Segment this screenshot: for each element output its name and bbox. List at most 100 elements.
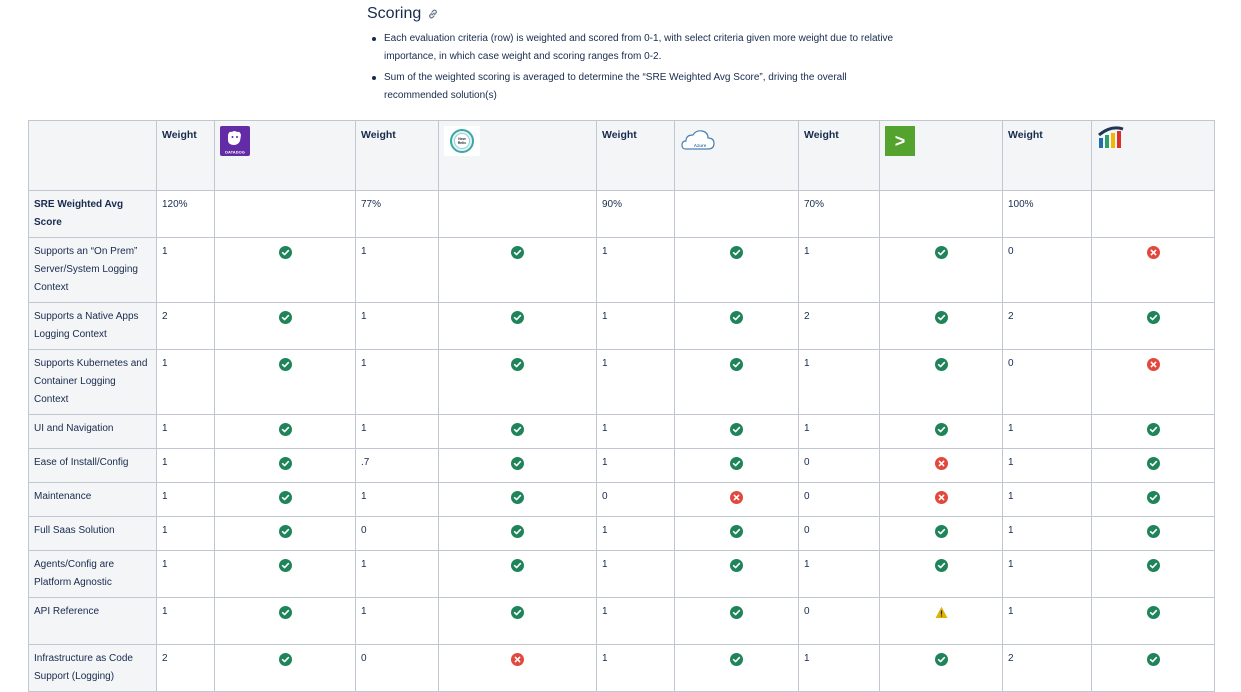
check-icon bbox=[511, 358, 524, 371]
row-label: Supports a Native Apps Logging Context bbox=[28, 302, 157, 350]
status-cell bbox=[1091, 414, 1215, 449]
weight-cell: 1 bbox=[596, 516, 675, 551]
status-cell bbox=[879, 516, 1003, 551]
warning-icon bbox=[935, 606, 948, 619]
status-cell bbox=[214, 448, 356, 483]
weight-cell: 1 bbox=[1002, 482, 1092, 517]
check-icon bbox=[511, 606, 524, 619]
weight-cell: 0 bbox=[798, 516, 880, 551]
weight-cell: 1 bbox=[1002, 550, 1092, 598]
status-cell bbox=[438, 448, 597, 483]
vendor-terminal: > bbox=[879, 120, 1003, 191]
weight-cell: 2 bbox=[1002, 644, 1092, 692]
weight-cell: 1 bbox=[355, 482, 439, 517]
weight-cell: 2 bbox=[156, 644, 215, 692]
link-icon[interactable] bbox=[427, 8, 439, 20]
score-value: 77% bbox=[355, 190, 439, 238]
criteria-row: Supports Kubernetes and Container Loggin… bbox=[28, 349, 1215, 415]
weight-cell: 1 bbox=[1002, 414, 1092, 449]
weight-cell: 0 bbox=[596, 482, 675, 517]
status-cell bbox=[214, 302, 356, 350]
check-icon bbox=[730, 559, 743, 572]
criteria-row: Maintenance 1 1 0 0 1 bbox=[28, 482, 1215, 517]
status-cell bbox=[214, 349, 356, 415]
weight-cell: 1 bbox=[798, 550, 880, 598]
row-label: Supports Kubernetes and Container Loggin… bbox=[28, 349, 157, 415]
score-value: 120% bbox=[156, 190, 215, 238]
weight-header: Weight bbox=[156, 120, 215, 191]
status-cell bbox=[214, 597, 356, 645]
status-cell bbox=[674, 237, 799, 303]
section-heading: Scoring bbox=[367, 2, 439, 26]
status-cell bbox=[1091, 482, 1215, 517]
cross-icon bbox=[934, 457, 948, 470]
corner-cell bbox=[28, 120, 157, 191]
weight-cell: 1 bbox=[156, 597, 215, 645]
cross-icon bbox=[730, 491, 743, 504]
check-icon bbox=[730, 525, 743, 538]
weight-header: Weight bbox=[596, 120, 675, 191]
check-icon bbox=[934, 559, 948, 572]
weight-cell: 1 bbox=[798, 644, 880, 692]
check-icon bbox=[730, 653, 743, 666]
row-label: Maintenance bbox=[28, 482, 157, 517]
score-blank bbox=[214, 190, 356, 238]
status-cell bbox=[438, 550, 597, 598]
new-relic-logo-icon: New Relic bbox=[444, 126, 480, 162]
check-icon bbox=[278, 423, 292, 436]
status-cell bbox=[214, 414, 356, 449]
weight-cell: 1 bbox=[596, 597, 675, 645]
check-icon bbox=[1146, 457, 1160, 470]
status-cell bbox=[214, 237, 356, 303]
weight-cell: 1 bbox=[355, 237, 439, 303]
weight-cell: 0 bbox=[1002, 349, 1092, 415]
weight-cell: 1 bbox=[596, 644, 675, 692]
status-cell bbox=[1091, 597, 1215, 645]
weight-cell: 1 bbox=[1002, 597, 1092, 645]
cross-icon bbox=[1146, 358, 1160, 371]
weight-cell: 1 bbox=[798, 349, 880, 415]
row-label: SRE Weighted Avg Score bbox=[28, 190, 157, 238]
check-icon bbox=[1146, 559, 1160, 572]
scoring-table: Weight DATADOG Weight New Relic Weight A… bbox=[28, 120, 1215, 692]
score-row: SRE Weighted Avg Score 120% 77% 90% 70% … bbox=[28, 190, 1215, 238]
status-cell bbox=[674, 302, 799, 350]
status-cell bbox=[879, 237, 1003, 303]
check-icon bbox=[1146, 525, 1160, 538]
check-icon bbox=[511, 491, 524, 504]
check-icon bbox=[278, 559, 292, 572]
weight-cell: 2 bbox=[1002, 302, 1092, 350]
status-cell bbox=[438, 302, 597, 350]
status-cell bbox=[214, 482, 356, 517]
check-icon bbox=[1146, 423, 1160, 436]
weight-cell: 2 bbox=[798, 302, 880, 350]
check-icon bbox=[278, 246, 292, 259]
status-cell bbox=[674, 448, 799, 483]
status-cell bbox=[879, 597, 1003, 645]
header-row: Weight DATADOG Weight New Relic Weight A… bbox=[28, 120, 1215, 191]
status-cell bbox=[214, 550, 356, 598]
status-cell bbox=[879, 349, 1003, 415]
weight-cell: 1 bbox=[596, 302, 675, 350]
azure-logo-text: Azure bbox=[694, 143, 707, 148]
status-cell bbox=[438, 482, 597, 517]
weight-cell: 1 bbox=[156, 448, 215, 483]
check-icon bbox=[278, 457, 292, 470]
azure-logo-icon: Azure bbox=[680, 126, 720, 162]
status-cell bbox=[438, 414, 597, 449]
check-icon bbox=[278, 491, 292, 504]
check-icon bbox=[934, 246, 948, 259]
check-icon bbox=[1146, 311, 1160, 324]
status-cell bbox=[879, 550, 1003, 598]
weight-cell: 2 bbox=[156, 302, 215, 350]
check-icon bbox=[278, 653, 292, 666]
status-cell bbox=[1091, 349, 1215, 415]
check-icon bbox=[278, 358, 292, 371]
check-icon bbox=[511, 246, 524, 259]
cross-icon bbox=[934, 491, 948, 504]
weight-cell: 0 bbox=[355, 644, 439, 692]
vendor-new-relic: New Relic bbox=[438, 120, 597, 191]
weight-cell: 1 bbox=[156, 349, 215, 415]
weight-cell: 1 bbox=[1002, 516, 1092, 551]
criteria-row: Supports an “On Prem” Server/System Logg… bbox=[28, 237, 1215, 303]
